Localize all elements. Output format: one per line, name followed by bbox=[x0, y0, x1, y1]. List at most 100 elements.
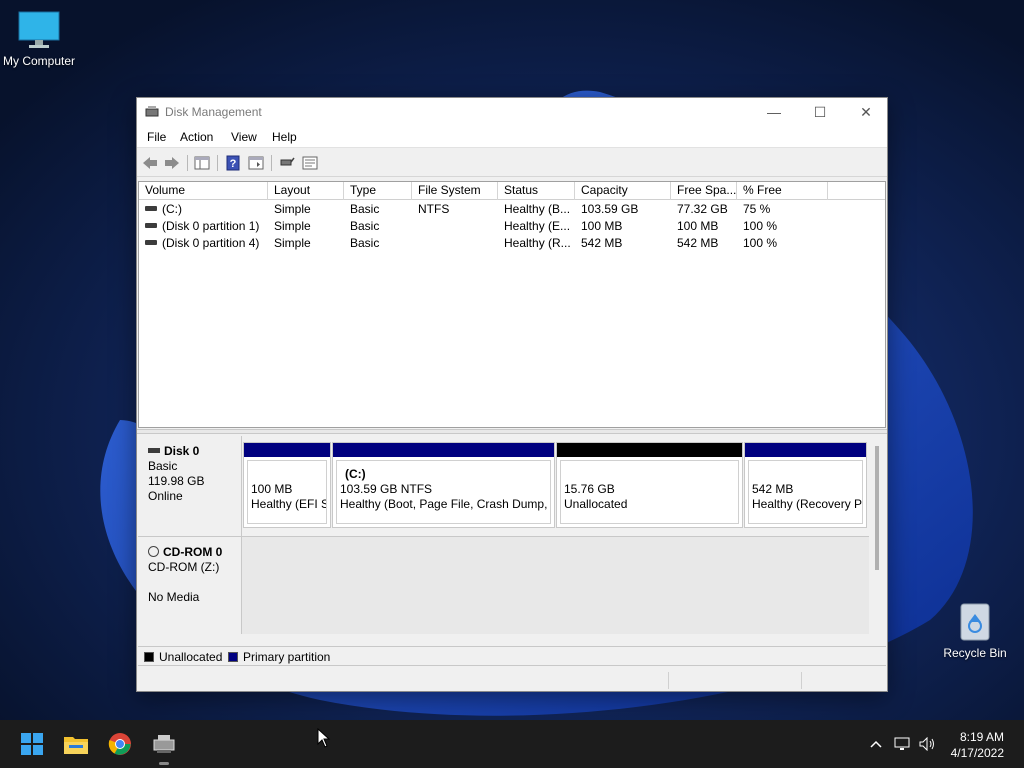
status-separator bbox=[668, 672, 669, 689]
volume-icon[interactable] bbox=[918, 734, 938, 754]
cell-volume: (C:) bbox=[139, 201, 268, 218]
partition-info: 15.76 GB Unallocated bbox=[560, 460, 739, 524]
cell-status: Healthy (R... bbox=[504, 236, 571, 250]
minimize-button[interactable]: — bbox=[751, 98, 797, 126]
partition-bar bbox=[244, 443, 330, 457]
disk-management-icon[interactable] bbox=[148, 728, 180, 765]
taskbar: 8:19 AM 4/17/2022 bbox=[0, 720, 1024, 768]
column-header-layout[interactable]: Layout bbox=[268, 182, 344, 200]
cell-volume: (Disk 0 partition 1) bbox=[139, 218, 268, 235]
network-icon[interactable] bbox=[893, 734, 913, 754]
legend-bar: Unallocated Primary partition bbox=[138, 646, 886, 666]
column-header-capacity[interactable]: Capacity bbox=[575, 182, 671, 200]
title-bar[interactable]: Disk Management — ☐ ✕ bbox=[137, 98, 887, 126]
partition-size: 15.76 GB bbox=[564, 482, 615, 496]
cell-free-space: 77.32 GB bbox=[677, 202, 728, 216]
cdrom-media: No Media bbox=[148, 590, 200, 604]
desktop-icon-my-computer[interactable]: My Computer bbox=[0, 10, 79, 68]
menu-file[interactable]: File bbox=[147, 130, 166, 144]
menu-help[interactable]: Help bbox=[272, 130, 297, 144]
column-header-free-space[interactable]: Free Spa... bbox=[671, 182, 737, 200]
partition-info: 100 MB Healthy (EFI Sy bbox=[247, 460, 327, 524]
partition-status: Healthy (Recovery Pa bbox=[752, 497, 863, 511]
column-header-status[interactable]: Status bbox=[498, 182, 575, 200]
desktop-icon-label: Recycle Bin bbox=[943, 646, 1007, 660]
disk-type: Basic bbox=[148, 459, 178, 473]
menu-action[interactable]: Action bbox=[180, 130, 213, 144]
cell-free-space: 542 MB bbox=[677, 236, 719, 250]
disk-graphical-view: Disk 0 Basic 119.98 GB Online 100 MB Hea… bbox=[138, 436, 886, 646]
cell-layout: Simple bbox=[274, 219, 311, 233]
help-icon[interactable]: ? bbox=[224, 154, 242, 172]
partition-size: 103.59 GB NTFS bbox=[340, 482, 433, 496]
chrome-icon[interactable] bbox=[104, 728, 136, 760]
disk-status: Online bbox=[148, 489, 183, 503]
back-icon[interactable] bbox=[141, 154, 159, 172]
pane-splitter[interactable] bbox=[137, 429, 887, 434]
forward-icon[interactable] bbox=[163, 154, 181, 172]
properties-icon[interactable] bbox=[247, 154, 265, 172]
connect-icon[interactable] bbox=[278, 154, 296, 172]
partition-status: Healthy (EFI Sy bbox=[251, 497, 327, 511]
cdrom-line bbox=[148, 575, 241, 590]
menu-view[interactable]: View bbox=[231, 130, 257, 144]
volume-icon bbox=[145, 223, 157, 229]
legend-swatch-unallocated bbox=[144, 652, 154, 662]
cell-percent-free: 100 % bbox=[743, 236, 778, 250]
file-explorer-icon[interactable] bbox=[60, 728, 92, 760]
settings-icon[interactable] bbox=[301, 154, 319, 172]
cell-file-system bbox=[412, 218, 498, 235]
active-app-indicator bbox=[159, 762, 169, 765]
partition-info: 542 MB Healthy (Recovery Pa bbox=[748, 460, 863, 524]
cell-file-system: NTFS bbox=[418, 202, 450, 216]
partition-status: Healthy (Boot, Page File, Crash Dump, B bbox=[340, 497, 551, 511]
partition-status: Unallocated bbox=[564, 497, 628, 511]
window-title: Disk Management bbox=[165, 105, 262, 119]
cell-type: Basic bbox=[350, 219, 380, 233]
cell-file-system bbox=[412, 235, 498, 252]
column-header-volume[interactable]: Volume bbox=[139, 182, 268, 200]
volume-icon bbox=[145, 206, 157, 212]
desktop-icon-recycle-bin[interactable]: Recycle Bin bbox=[935, 598, 1015, 660]
partition-recovery[interactable]: 542 MB Healthy (Recovery Pa bbox=[744, 442, 867, 528]
volume-icon bbox=[145, 240, 157, 246]
partition-c[interactable]: (C:) 103.59 GB NTFS Healthy (Boot, Page … bbox=[332, 442, 555, 528]
partition-info: (C:) 103.59 GB NTFS Healthy (Boot, Page … bbox=[336, 460, 551, 524]
disk-size: 119.98 GB bbox=[148, 474, 205, 488]
cdrom-0-label[interactable]: CD-ROM 0 CD-ROM (Z:) No Media bbox=[138, 536, 242, 634]
system-clock[interactable]: 8:19 AM 4/17/2022 bbox=[951, 729, 1004, 761]
table-row[interactable]: (C:) Simple Basic NTFS Healthy (B... 103… bbox=[139, 201, 885, 218]
close-button[interactable]: ✕ bbox=[843, 98, 889, 126]
cdrom-media-area[interactable] bbox=[242, 536, 869, 634]
partition-size: 100 MB bbox=[251, 482, 293, 496]
clock-date: 4/17/2022 bbox=[950, 746, 1004, 760]
column-header-file-system[interactable]: File System bbox=[412, 182, 498, 200]
desktop-icon-label: My Computer bbox=[2, 54, 76, 68]
cell-percent-free: 100 % bbox=[743, 219, 778, 233]
table-row[interactable]: (Disk 0 partition 4) Simple Basic Health… bbox=[139, 235, 885, 252]
volume-list[interactable]: Volume Layout Type File System Status Ca… bbox=[138, 181, 886, 428]
cell-free-space: 100 MB bbox=[677, 219, 719, 233]
chevron-up-icon[interactable] bbox=[866, 734, 886, 754]
legend-label-unallocated: Unallocated bbox=[159, 650, 223, 664]
start-icon[interactable] bbox=[16, 728, 48, 760]
table-row[interactable]: (Disk 0 partition 1) Simple Basic Health… bbox=[139, 218, 885, 235]
column-header-type[interactable]: Type bbox=[344, 182, 412, 200]
menu-bar: File Action View Help bbox=[137, 126, 887, 148]
console-tree-icon[interactable] bbox=[193, 154, 211, 172]
column-header-percent-free[interactable]: % Free bbox=[737, 182, 828, 200]
toolbar-separator bbox=[187, 155, 188, 171]
cell-layout: Simple bbox=[274, 202, 311, 216]
partition-size: 542 MB bbox=[752, 482, 794, 496]
cell-volume: (Disk 0 partition 4) bbox=[139, 235, 268, 252]
cell-capacity: 542 MB bbox=[581, 236, 623, 250]
disk-management-icon bbox=[145, 106, 159, 117]
partition-efi[interactable]: 100 MB Healthy (EFI Sy bbox=[243, 442, 331, 528]
disk-0-label[interactable]: Disk 0 Basic 119.98 GB Online bbox=[138, 436, 242, 536]
cd-icon bbox=[148, 546, 159, 558]
legend-swatch-primary bbox=[228, 652, 238, 662]
vertical-scrollbar[interactable] bbox=[875, 446, 879, 570]
maximize-button[interactable]: ☐ bbox=[797, 98, 843, 126]
partition-unallocated[interactable]: 15.76 GB Unallocated bbox=[556, 442, 743, 528]
cell-layout: Simple bbox=[274, 236, 311, 250]
